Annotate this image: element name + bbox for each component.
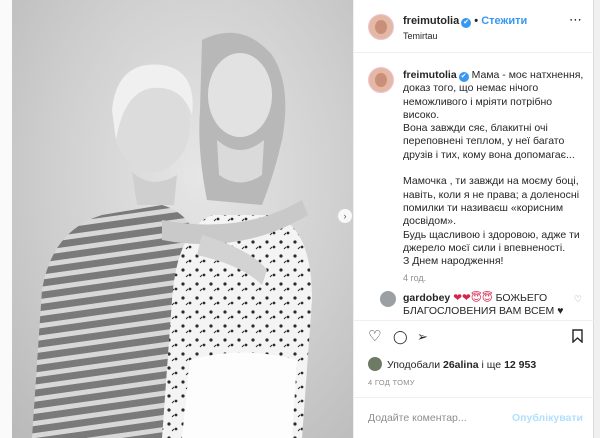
action-bar: ♡ ◯ ➢	[354, 320, 595, 348]
liker-avatar[interactable]	[368, 357, 382, 371]
add-comment-section: Опублікувати	[354, 397, 595, 438]
comment-line: gardobey ❤❤😇😇 БОЖЬЕГО	[403, 292, 563, 305]
avatar[interactable]	[368, 14, 394, 40]
caption-line: Мамочка , ти завжди на моєму боці,	[403, 175, 579, 188]
comment-emoji: ❤❤😇😇	[453, 292, 493, 304]
caption-line: З Днем народження!	[403, 255, 504, 268]
scrollbar-track[interactable]	[594, 0, 600, 438]
commenter-avatar[interactable]	[379, 290, 397, 308]
comment: gardobey ❤❤😇😇 БОЖЬЕГО БЛАГОСЛОВЕНИЯ ВАМ …	[403, 292, 563, 318]
liker-username[interactable]: 26alina	[443, 359, 479, 371]
caption-line: Мама - моє натхнення,	[471, 69, 584, 81]
bookmark-icon[interactable]	[572, 329, 583, 347]
post-card: › freimutolia ✔ • Стежити Temirtau ⋯ frei…	[12, 0, 595, 438]
verified-icon: ✔	[458, 72, 469, 82]
post-header: freimutolia ✔ • Стежити Temirtau ⋯	[354, 0, 595, 53]
share-icon[interactable]: ➢	[417, 329, 428, 344]
caption-text: freimutolia ✔ Мама - моє натхнення, доказ…	[403, 69, 589, 268]
caption-line: друзів і тих, кому вона допомагає...	[403, 148, 575, 161]
likes-prefix: Уподобали	[387, 359, 441, 371]
caption-line: джерело моєї сили і впевненості.	[403, 241, 566, 254]
caption-line: переповнені теплом, у неї багато	[403, 135, 565, 148]
header-user-line: freimutolia ✔ • Стежити	[403, 15, 527, 28]
caption-line: Вона завжди сяє, блакитні очі	[403, 122, 548, 135]
follow-button[interactable]: Стежити	[481, 15, 527, 27]
caption-line: помилки ти називаєш «корисним	[403, 201, 564, 214]
photo-illustration	[32, 32, 312, 438]
location-link[interactable]: Temirtau	[403, 31, 438, 41]
caption-line: Будь щасливою і здоровою, адже ти	[403, 228, 580, 241]
post-timestamp[interactable]: 4 ГОД ТОМУ	[368, 378, 415, 387]
caption-timestamp[interactable]: 4 год.	[403, 273, 426, 283]
comment-icon[interactable]: ◯	[393, 329, 408, 344]
caption-line: навіть, коли я не права; а доленосні	[403, 188, 580, 201]
likes-count[interactable]: 12 953	[504, 359, 536, 371]
publish-button[interactable]: Опублікувати	[512, 412, 583, 424]
caption-username[interactable]: freimutolia	[403, 69, 457, 81]
likes-summary: Уподобали 26alina і ще 12 953	[368, 357, 536, 373]
comment-text: БОЖЬЕГО	[495, 292, 548, 304]
chevron-right-icon: ›	[343, 211, 347, 221]
caption-line: досвідом».	[403, 215, 457, 228]
comment-like-icon[interactable]: ♡	[574, 294, 582, 305]
username-link[interactable]: freimutolia	[403, 15, 459, 27]
post-photo[interactable]: ›	[12, 0, 353, 438]
comment-input[interactable]	[368, 409, 518, 427]
next-photo-button[interactable]: ›	[338, 209, 352, 223]
more-options-icon[interactable]: ⋯	[569, 13, 583, 26]
likes-middle: і ще	[481, 359, 502, 371]
post-sidebar: freimutolia ✔ • Стежити Temirtau ⋯ freimu…	[353, 0, 595, 438]
caption-line: високо.	[403, 108, 440, 121]
heart-icon[interactable]: ♡	[368, 329, 381, 344]
commenter-username[interactable]: gardobey	[403, 292, 450, 304]
verified-icon: ✔	[461, 18, 472, 28]
caption-line: неможливого і мріяти потрібно	[403, 95, 553, 108]
comment-text-line2: БЛАГОСЛОВЕНИЯ ВАМ ВСЕМ ♥	[403, 305, 564, 317]
caption-avatar[interactable]	[368, 67, 394, 93]
caption-first-line: freimutolia ✔ Мама - моє натхнення,	[403, 69, 589, 82]
caption-line: доказ того, що немає нічого	[403, 82, 539, 95]
